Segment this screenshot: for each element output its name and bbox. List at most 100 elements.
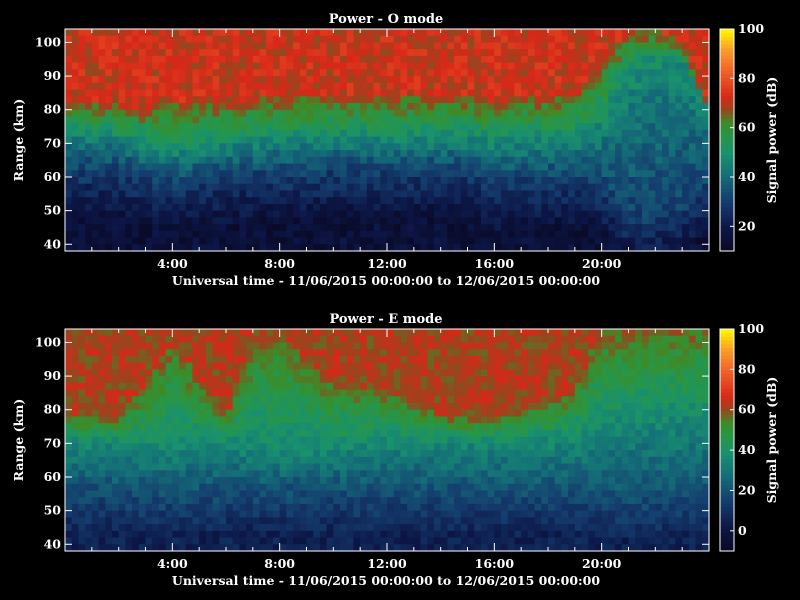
heatmap-cell <box>641 150 650 158</box>
heatmap-cell <box>145 403 153 411</box>
heatmap-cell <box>299 82 308 91</box>
heatmap-cell <box>199 69 207 77</box>
heatmap-cell <box>346 103 355 111</box>
heatmap-cell <box>172 396 180 404</box>
heatmap-cell <box>447 96 455 104</box>
heatmap-cell <box>594 163 603 171</box>
heatmap-cell <box>192 530 200 539</box>
heatmap-cell <box>293 129 301 138</box>
heatmap-cell <box>420 210 428 218</box>
heatmap-cell <box>366 355 375 364</box>
heatmap-cell <box>662 89 670 97</box>
heatmap-cell <box>172 416 180 424</box>
heatmap-cell <box>380 463 388 471</box>
heatmap-cell <box>366 429 375 438</box>
heatmap-cell <box>78 396 86 404</box>
heatmap-cell <box>548 29 556 37</box>
heatmap-cell <box>105 203 113 212</box>
heatmap-cell <box>279 49 287 57</box>
heatmap-cell <box>272 510 281 518</box>
heatmap-cell <box>387 82 395 91</box>
heatmap-cell <box>655 89 663 97</box>
heatmap-cell <box>293 103 301 111</box>
heatmap-cell <box>252 150 261 158</box>
heatmap-cell <box>615 156 623 165</box>
heatmap-cell <box>279 42 287 50</box>
heatmap-cell <box>373 156 381 165</box>
heatmap-cell <box>574 103 583 111</box>
heatmap-cell <box>393 190 402 198</box>
heatmap-cell <box>98 470 106 478</box>
heatmap-cell <box>353 409 361 418</box>
heatmap-cell <box>259 129 267 138</box>
heatmap-cell <box>340 156 348 165</box>
heatmap-cell <box>299 376 308 384</box>
heatmap-cell <box>380 217 388 225</box>
heatmap-cell <box>655 136 663 144</box>
heatmap-cell <box>299 224 308 232</box>
heatmap-cell <box>205 416 214 424</box>
heatmap-cell <box>71 190 80 198</box>
heatmap-cell <box>152 477 160 485</box>
heatmap-cell <box>111 49 120 57</box>
heatmap-cell <box>266 123 274 131</box>
heatmap-cell <box>205 55 214 64</box>
heatmap-cell <box>387 490 395 498</box>
heatmap-cell <box>266 396 274 404</box>
heatmap-cell <box>474 163 482 171</box>
heatmap-cell <box>608 143 616 151</box>
heatmap-cell <box>333 396 341 404</box>
heatmap-cell <box>165 203 173 212</box>
heatmap-cell <box>252 329 261 337</box>
heatmap-cell <box>125 163 133 171</box>
heatmap-cell <box>427 203 435 212</box>
heatmap-cell <box>346 42 355 50</box>
heatmap-cell <box>205 116 214 124</box>
heatmap-cell <box>366 62 375 70</box>
heatmap-cell <box>306 409 314 418</box>
heatmap-cell <box>608 210 616 218</box>
heatmap-cell <box>655 237 663 245</box>
heatmap-cell <box>695 150 703 158</box>
heatmap-cell <box>467 224 475 232</box>
heatmap-cell <box>474 49 482 57</box>
heatmap-cell <box>360 224 368 232</box>
heatmap-cell <box>427 123 435 131</box>
heatmap-cell <box>601 89 609 97</box>
heatmap-cell <box>568 103 576 111</box>
heatmap-cell <box>474 183 482 192</box>
heatmap-cell <box>353 349 361 357</box>
heatmap-cell <box>340 96 348 104</box>
heatmap-cell <box>346 69 355 77</box>
heatmap-cell <box>387 210 395 218</box>
heatmap-cell <box>85 190 93 198</box>
heatmap-cell <box>105 423 113 431</box>
heatmap-cell <box>695 230 703 239</box>
heatmap-cell <box>568 183 576 192</box>
heatmap-cell <box>407 143 415 151</box>
heatmap-cell <box>487 69 495 77</box>
heatmap-cell <box>353 143 361 151</box>
heatmap-cell <box>340 483 348 492</box>
heatmap-cell <box>480 116 489 124</box>
heatmap-cell <box>219 230 227 239</box>
heatmap-cell <box>192 490 200 498</box>
heatmap-cell <box>387 116 395 124</box>
heatmap-cell <box>574 76 583 84</box>
heatmap-cell <box>668 103 677 111</box>
heatmap-cell <box>192 35 200 44</box>
heatmap-cell <box>111 463 120 471</box>
heatmap-cell <box>212 389 220 397</box>
heatmap-cell <box>152 35 160 44</box>
heatmap-cell <box>279 409 287 418</box>
heatmap-cell <box>219 470 227 478</box>
heatmap-cell <box>501 96 509 104</box>
heatmap-cell <box>548 210 556 218</box>
heatmap-cell <box>662 136 670 144</box>
heatmap-cell <box>440 129 448 138</box>
heatmap-cell <box>467 177 475 185</box>
heatmap-cell <box>534 156 542 165</box>
heatmap-cell <box>91 503 100 512</box>
heatmap-cell <box>111 35 120 44</box>
heatmap-cell <box>152 537 160 545</box>
